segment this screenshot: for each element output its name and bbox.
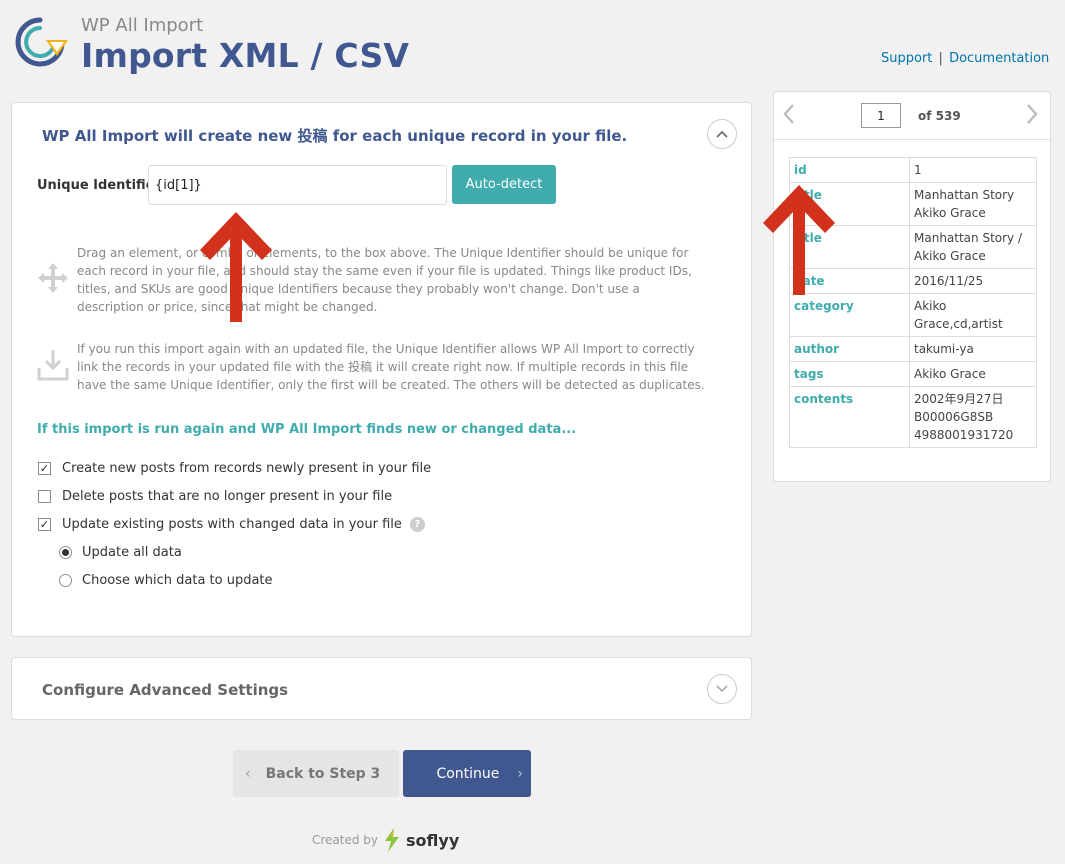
red-arrow-up-icon [763, 185, 835, 295]
back-button-label: Back to Step 3 [265, 765, 381, 782]
advanced-settings-panel[interactable]: Configure Advanced Settings [11, 657, 752, 720]
update-all-option[interactable]: Update all data [59, 545, 182, 560]
record-number-input[interactable] [861, 103, 901, 128]
chevron-right-icon: › [517, 765, 523, 782]
advanced-settings-title: Configure Advanced Settings [42, 681, 289, 699]
record-count: of 539 [918, 109, 961, 123]
table-row: contents 2002年9月27日 B00006G8SB 4988001931… [789, 386, 1037, 448]
update-hint-text: If you run this import again with an upd… [77, 342, 705, 392]
top-links: Support | Documentation [881, 51, 1049, 66]
update-existing-option[interactable]: ✓ Update existing posts with changed dat… [38, 517, 425, 532]
previous-record-icon[interactable] [783, 103, 795, 131]
brand-name: WP All Import [81, 15, 204, 36]
panel-heading: WP All Import will create new 投稿 for eac… [42, 127, 628, 145]
delete-missing-checkbox[interactable] [38, 490, 51, 503]
red-arrow-up-icon [200, 212, 272, 322]
record-value: Akiko Grace,cd,artist [909, 293, 1037, 337]
choose-which-label: Choose which data to update [82, 573, 273, 588]
documentation-link[interactable]: Documentation [949, 51, 1049, 66]
created-by: Created by soflyy [312, 827, 459, 853]
record-key[interactable]: id [789, 157, 910, 183]
update-existing-checkbox[interactable]: ✓ [38, 518, 51, 531]
choose-which-option[interactable]: Choose which data to update [59, 573, 273, 588]
update-all-label: Update all data [82, 545, 182, 560]
next-record-icon[interactable] [1026, 103, 1038, 131]
record-pager: of 539 [774, 92, 1050, 140]
table-row: tags Akiko Grace [789, 361, 1037, 387]
support-link[interactable]: Support [881, 51, 932, 66]
create-new-checkbox[interactable]: ✓ [38, 462, 51, 475]
drag-hint-text: Drag an element, or combo of elements, t… [77, 246, 692, 314]
unique-identifier-panel: WP All Import will create new 投稿 for eac… [11, 102, 752, 637]
record-key[interactable]: author [789, 336, 910, 362]
download-tray-icon [37, 350, 69, 381]
record-value: takumi-ya [909, 336, 1037, 362]
table-row: author takumi-ya [789, 336, 1037, 362]
record-value: 2016/11/25 [909, 268, 1037, 294]
record-value: Manhattan Story / Akiko Grace [909, 225, 1037, 269]
record-value: Manhattan Story Akiko Grace [909, 182, 1037, 226]
table-row: category Akiko Grace,cd,artist [789, 293, 1037, 337]
company-name: soflyy [406, 830, 460, 850]
wp-all-import-logo-icon [15, 17, 68, 67]
create-new-label: Create new posts from records newly pres… [62, 461, 432, 476]
move-arrows-icon [38, 263, 68, 293]
link-separator: | [938, 51, 943, 66]
record-key[interactable]: category [789, 293, 910, 337]
table-row: id 1 [789, 157, 1037, 183]
record-value: 1 [909, 157, 1037, 183]
created-by-label: Created by [312, 833, 379, 847]
back-button[interactable]: ‹ Back to Step 3 [233, 750, 399, 797]
continue-button-label: Continue [436, 765, 500, 782]
help-icon[interactable]: ? [409, 517, 425, 532]
choose-which-radio[interactable] [59, 574, 72, 587]
record-key[interactable]: tags [789, 361, 910, 387]
collapse-button[interactable] [707, 119, 737, 149]
chevron-down-icon [716, 685, 728, 693]
page-title: Import XML / CSV [81, 36, 410, 75]
soflyy-logo-icon [385, 828, 400, 852]
auto-detect-button[interactable]: Auto-detect [452, 165, 556, 204]
expand-button[interactable] [707, 674, 737, 704]
delete-missing-label: Delete posts that are no longer present … [62, 489, 393, 504]
continue-button[interactable]: Continue › [403, 750, 531, 797]
record-value: Akiko Grace [909, 361, 1037, 387]
create-new-option[interactable]: ✓ Create new posts from records newly pr… [38, 461, 431, 476]
record-key[interactable]: contents [789, 386, 910, 448]
unique-identifier-input[interactable] [148, 165, 447, 205]
update-all-radio[interactable] [59, 546, 72, 559]
record-value: 2002年9月27日 B00006G8SB 4988001931720 [909, 386, 1037, 448]
rerun-section-title: If this import is run again and WP All I… [37, 422, 577, 437]
chevron-left-icon: ‹ [245, 765, 251, 782]
update-existing-label: Update existing posts with changed data … [62, 517, 402, 532]
chevron-up-icon [716, 130, 728, 138]
unique-identifier-label: Unique Identifier [37, 178, 161, 193]
delete-missing-option[interactable]: Delete posts that are no longer present … [38, 489, 392, 504]
